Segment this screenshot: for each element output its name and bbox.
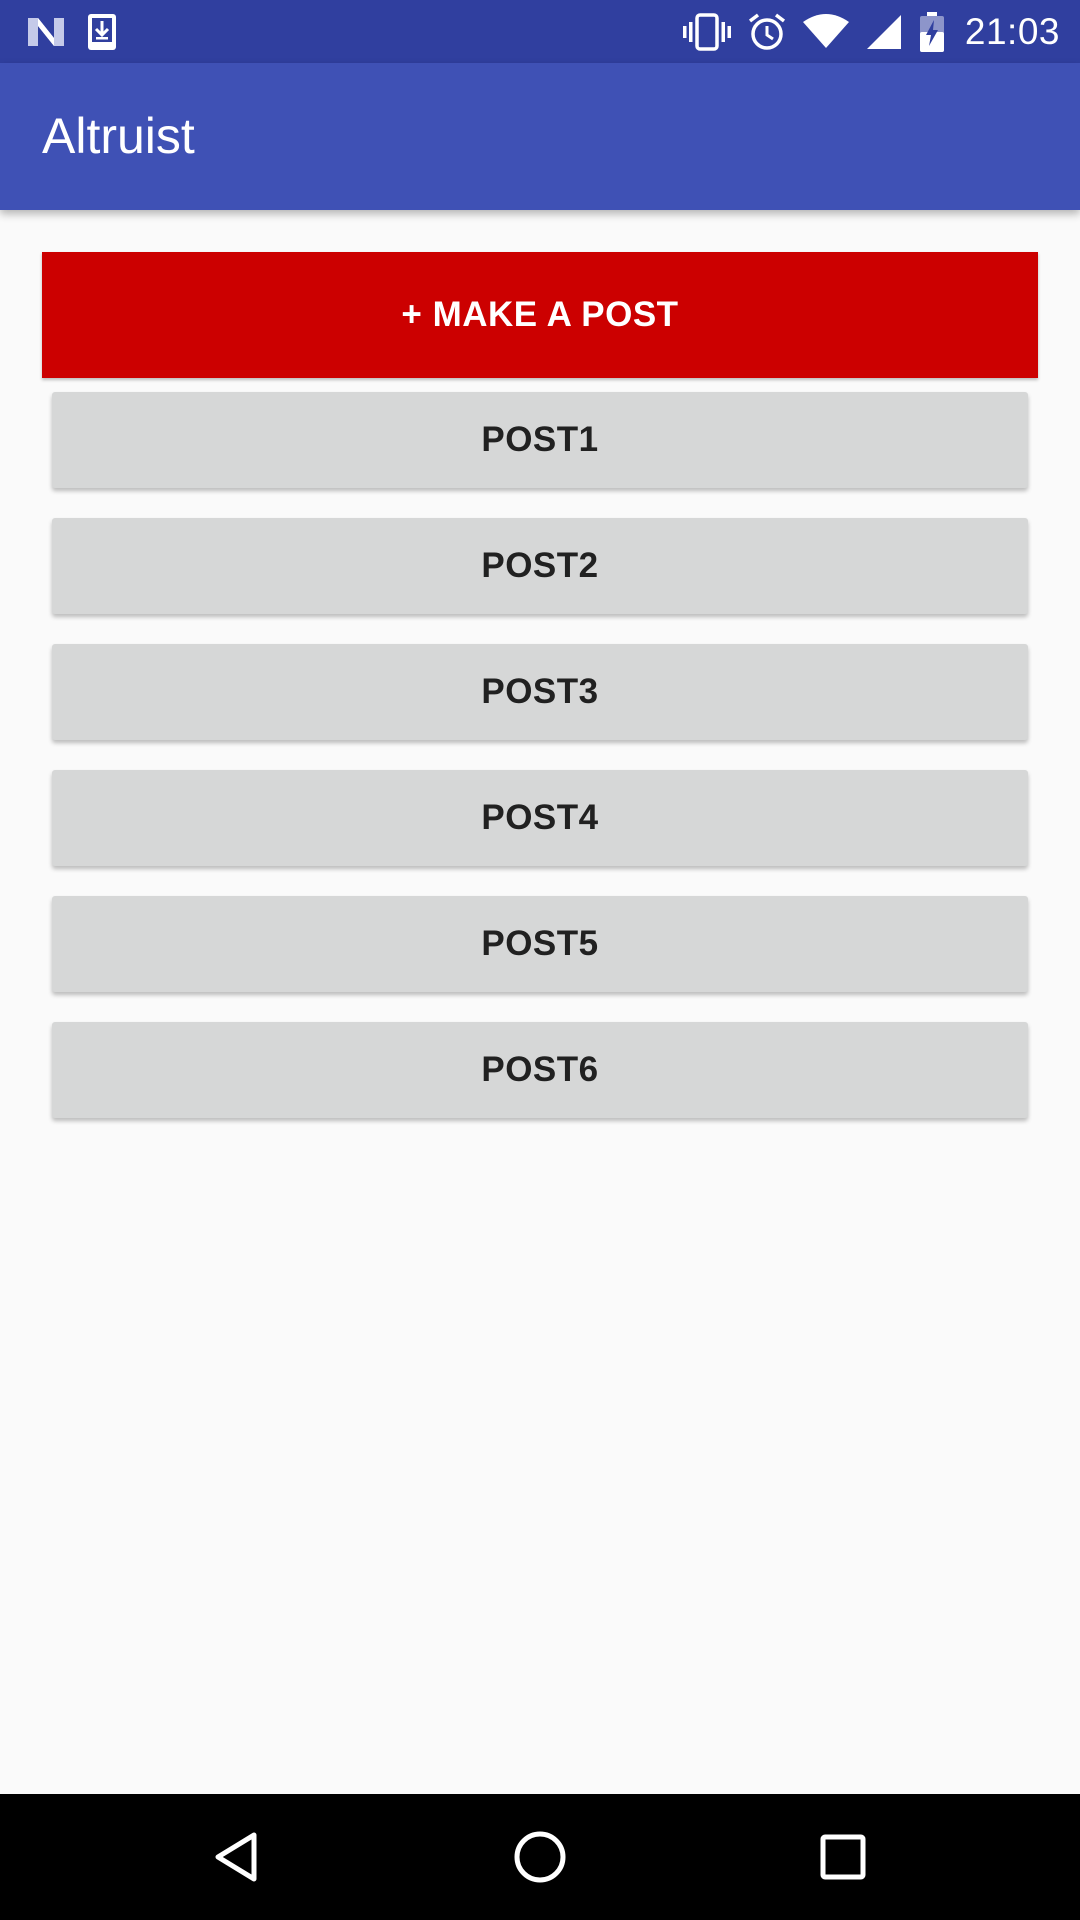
list-item: POST4 bbox=[52, 770, 1028, 866]
home-button[interactable] bbox=[501, 1818, 579, 1896]
list-item: POST2 bbox=[52, 518, 1028, 614]
post-button-6[interactable]: POST6 bbox=[52, 1022, 1028, 1118]
vibrate-icon bbox=[682, 12, 731, 51]
n-logo-icon bbox=[28, 18, 64, 46]
post-button-5[interactable]: POST5 bbox=[52, 896, 1028, 992]
post-button-2[interactable]: POST2 bbox=[52, 518, 1028, 614]
status-bar: 21:03 bbox=[0, 0, 1080, 63]
list-item: POST5 bbox=[52, 896, 1028, 992]
list-item: POST3 bbox=[52, 644, 1028, 740]
post-button-4[interactable]: POST4 bbox=[52, 770, 1028, 866]
list-item: POST6 bbox=[52, 1022, 1028, 1118]
main-content: + MAKE A POST POST1 POST2 POST3 POST4 PO… bbox=[0, 210, 1080, 1794]
recents-icon bbox=[820, 1834, 866, 1880]
app-bar: Altruist bbox=[0, 63, 1080, 210]
post-list: POST1 POST2 POST3 POST4 POST5 POST6 bbox=[52, 392, 1028, 1148]
post-button-3[interactable]: POST3 bbox=[52, 644, 1028, 740]
alarm-icon bbox=[748, 13, 785, 50]
post-button-1[interactable]: POST1 bbox=[52, 392, 1028, 488]
back-button[interactable] bbox=[197, 1818, 275, 1896]
status-time: 21:03 bbox=[964, 10, 1060, 52]
home-icon bbox=[514, 1831, 566, 1883]
download-icon bbox=[88, 14, 116, 50]
app-title: Altruist bbox=[42, 108, 195, 164]
navigation-bar bbox=[0, 1794, 1080, 1920]
battery-charging-icon bbox=[919, 11, 944, 52]
recents-button[interactable] bbox=[804, 1818, 882, 1896]
list-item: POST1 bbox=[52, 392, 1028, 488]
wifi-icon bbox=[802, 13, 849, 48]
make-post-button[interactable]: + MAKE A POST bbox=[42, 252, 1038, 378]
back-icon bbox=[215, 1832, 257, 1882]
cell-signal-icon bbox=[866, 14, 901, 49]
